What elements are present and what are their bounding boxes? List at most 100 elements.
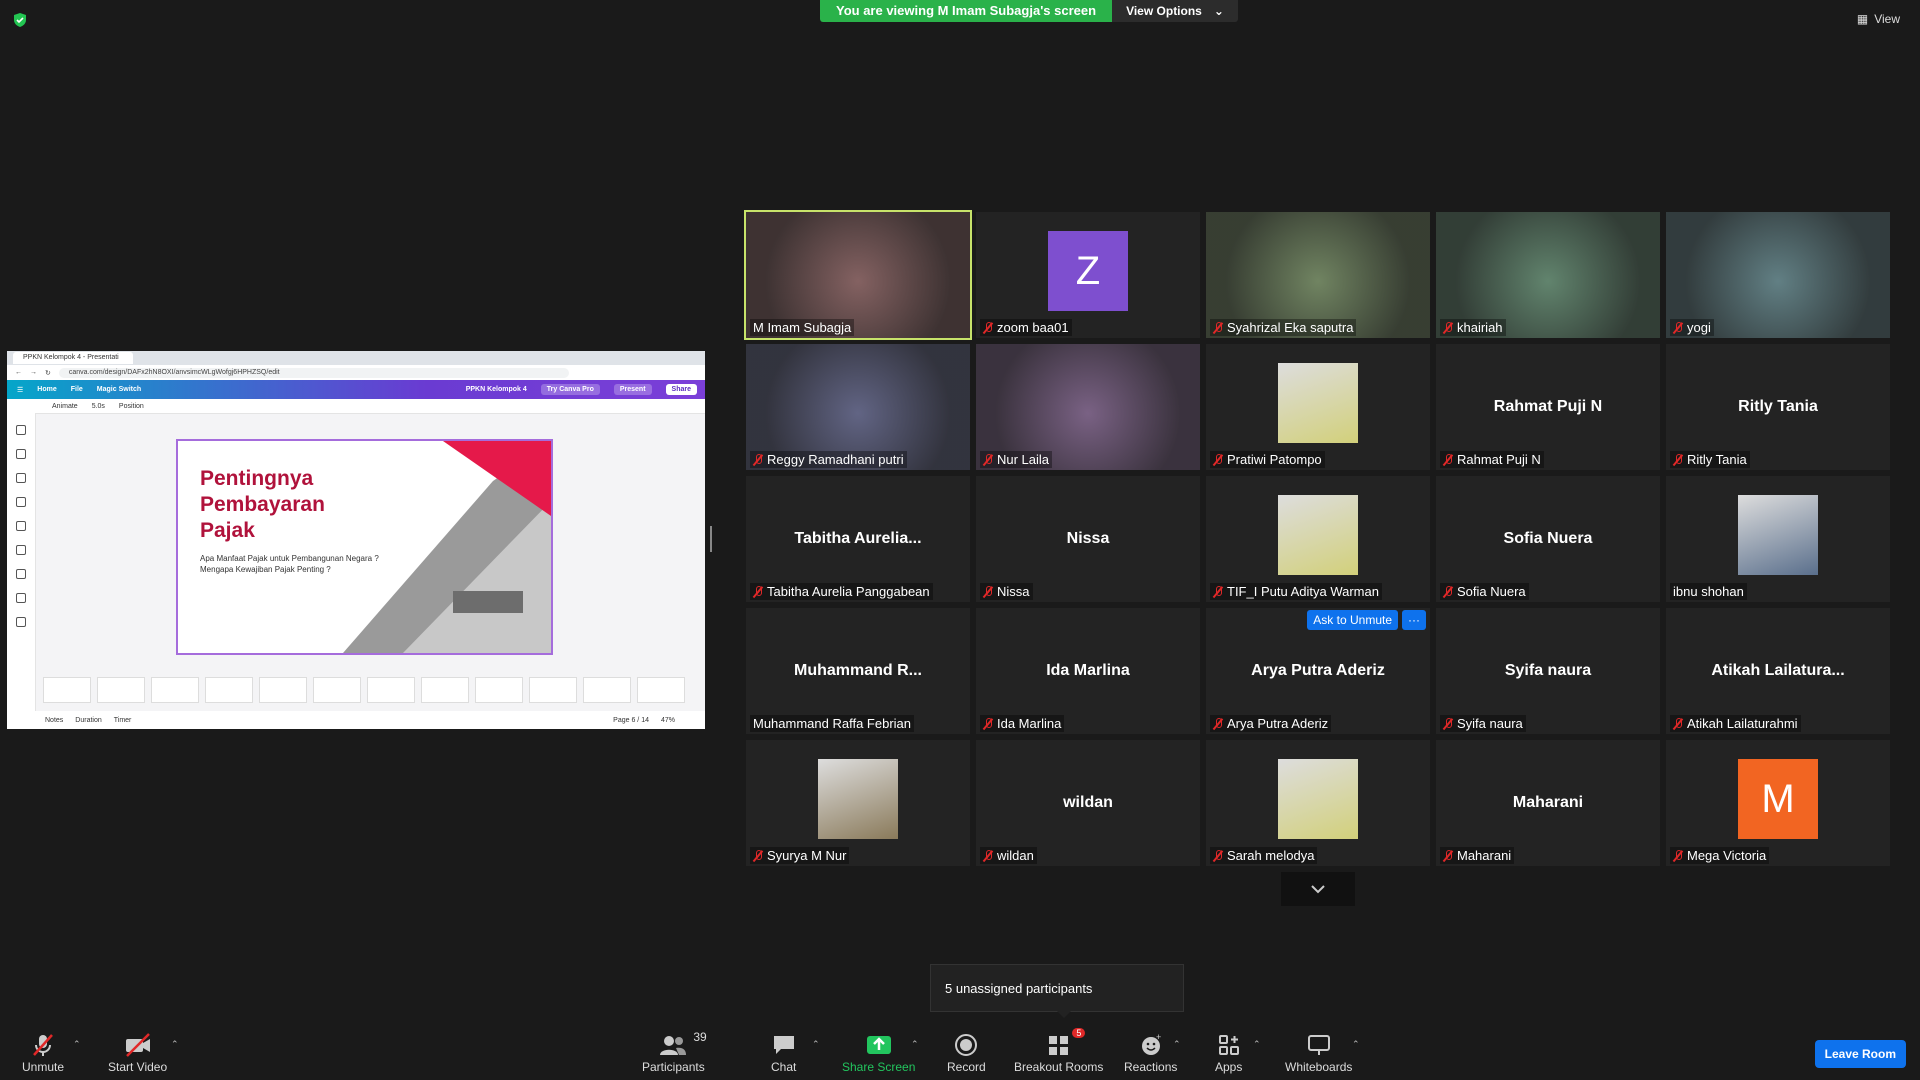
slide-thumb[interactable] — [259, 677, 307, 703]
leave-room-button[interactable]: Leave Room — [1814, 1040, 1906, 1068]
unmute-button[interactable]: Unmute — [22, 1032, 64, 1074]
microphone-muted-icon — [753, 585, 763, 598]
participant-tile[interactable]: Pratiwi Patompo — [1206, 344, 1430, 470]
participant-tile[interactable]: Sofia Nuera Sofia Nuera — [1436, 476, 1660, 602]
participant-tile[interactable]: khairiah — [1436, 212, 1660, 338]
canva-menu-magic[interactable]: Magic Switch — [97, 386, 141, 393]
participant-tile[interactable]: yogi — [1666, 212, 1890, 338]
participant-tile[interactable]: Zzoom baa01 — [976, 212, 1200, 338]
chat-button[interactable]: Chat — [771, 1032, 796, 1074]
reload-icon[interactable]: ↻ — [45, 369, 51, 377]
url-field[interactable]: canva.com/design/DAFx2hN8OXI/anvsimcWLgW… — [58, 367, 569, 378]
canva-menu-file[interactable]: File — [71, 386, 83, 393]
participant-tile[interactable]: Reggy Ramadhani putri — [746, 344, 970, 470]
participant-tile[interactable]: Nur Laila — [976, 344, 1200, 470]
participant-name-label: ibnu shohan — [1670, 583, 1747, 600]
brand-icon[interactable] — [16, 497, 26, 507]
canva-menu-home[interactable]: Home — [37, 386, 56, 393]
try-pro-button[interactable]: Try Canva Pro — [540, 384, 600, 395]
participant-tile[interactable]: Muhammand R... Muhammand Raffa Febrian — [746, 608, 970, 734]
slide-thumb[interactable] — [367, 677, 415, 703]
participant-tile[interactable]: Atikah Lailatura... Atikah Lailaturahmi — [1666, 608, 1890, 734]
presentation-slide[interactable]: Pentingnya Pembayaran Pajak Apa Manfaat … — [176, 439, 553, 655]
view-button[interactable]: ▦ View — [1857, 12, 1900, 26]
participant-tile[interactable]: Syahrizal Eka saputra — [1206, 212, 1430, 338]
video-options-caret[interactable]: ⌃ — [171, 1039, 179, 1050]
audio-options-caret[interactable]: ⌃ — [73, 1039, 81, 1050]
participants-label: Participants — [642, 1060, 705, 1074]
apps-button[interactable]: Apps — [1215, 1032, 1242, 1074]
slide-thumb[interactable] — [43, 677, 91, 703]
participant-tile[interactable]: Sarah melodya — [1206, 740, 1430, 866]
slide-thumb[interactable] — [97, 677, 145, 703]
ask-to-unmute-button[interactable]: Ask to Unmute — [1307, 610, 1398, 630]
notes-button[interactable]: Notes — [45, 717, 63, 724]
slide-thumb[interactable] — [421, 677, 469, 703]
reactions-options-caret[interactable]: ⌃ — [1173, 1039, 1181, 1050]
record-button[interactable]: Record — [947, 1032, 986, 1074]
next-page-button[interactable] — [1281, 872, 1355, 906]
participant-tile[interactable]: wildan wildan — [976, 740, 1200, 866]
slide-thumb[interactable] — [151, 677, 199, 703]
more-options-button[interactable]: ··· — [1402, 610, 1426, 630]
whiteboards-options-caret[interactable]: ⌃ — [1352, 1039, 1360, 1050]
view-options-button[interactable]: View Options ⌄ — [1112, 0, 1238, 22]
text-icon[interactable] — [16, 473, 26, 483]
participant-tile[interactable]: Tabitha Aurelia... Tabitha Aurelia Pangga… — [746, 476, 970, 602]
participant-display-name: Nissa — [1066, 530, 1110, 547]
breakout-rooms-button[interactable]: 5 Breakout Rooms — [1014, 1028, 1103, 1074]
elements-icon[interactable] — [16, 449, 26, 459]
participant-tile[interactable]: TIF_I Putu Aditya Warman — [1206, 476, 1430, 602]
slide-thumb[interactable] — [637, 677, 685, 703]
start-video-button[interactable]: Start Video — [108, 1032, 167, 1074]
apps-icon[interactable] — [16, 569, 26, 579]
slide-thumbnails — [43, 677, 703, 703]
duration-footer-button[interactable]: Duration — [75, 717, 101, 724]
timer-button[interactable]: Timer — [114, 717, 132, 724]
participant-tile[interactable]: Ritly Tania Ritly Tania — [1666, 344, 1890, 470]
whiteboards-button[interactable]: Whiteboards — [1285, 1032, 1352, 1074]
participant-name-label: Reggy Ramadhani putri — [750, 451, 907, 468]
projects-icon[interactable] — [16, 593, 26, 603]
duration-button[interactable]: 5.0s — [92, 403, 105, 410]
slide-thumb[interactable] — [205, 677, 253, 703]
participant-tile[interactable]: Rahmat Puji N Rahmat Puji N — [1436, 344, 1660, 470]
photos-icon[interactable] — [16, 617, 26, 627]
chat-options-caret[interactable]: ⌃ — [812, 1039, 820, 1050]
participant-tile[interactable]: Syifa naura Syifa naura — [1436, 608, 1660, 734]
draw-icon[interactable] — [16, 545, 26, 555]
participant-tile[interactable]: Maharani Maharani — [1436, 740, 1660, 866]
zoom-level[interactable]: 47% — [661, 717, 675, 724]
design-icon[interactable] — [16, 425, 26, 435]
position-button[interactable]: Position — [119, 403, 144, 410]
browser-tab[interactable]: PPKN Kelompok 4 - Presentati — [13, 352, 133, 364]
doc-title[interactable]: PPKN Kelompok 4 — [466, 386, 527, 393]
participant-tile[interactable]: ibnu shohan — [1666, 476, 1890, 602]
slide-thumb[interactable] — [313, 677, 361, 703]
microphone-muted-icon — [983, 585, 993, 598]
encryption-shield-icon[interactable] — [12, 12, 28, 28]
apps-options-caret[interactable]: ⌃ — [1253, 1039, 1261, 1050]
back-icon[interactable]: ← — [15, 369, 22, 376]
present-button[interactable]: Present — [613, 384, 652, 395]
menu-icon[interactable]: ☰ — [17, 386, 23, 394]
reactions-button[interactable]: + Reactions — [1124, 1032, 1177, 1074]
slide-thumb[interactable] — [475, 677, 523, 703]
uploads-icon[interactable] — [16, 521, 26, 531]
participant-tile[interactable]: Syurya M Nur — [746, 740, 970, 866]
animate-button[interactable]: Animate — [52, 403, 78, 410]
participant-tile[interactable]: M Imam Subagja — [744, 210, 972, 340]
canva-share-button[interactable]: Share — [665, 384, 697, 395]
share-options-caret[interactable]: ⌃ — [911, 1039, 919, 1050]
share-screen-button[interactable]: Share Screen — [842, 1032, 915, 1074]
profile-photo — [1738, 495, 1818, 575]
split-divider-handle[interactable] — [710, 526, 712, 552]
participant-tile[interactable]: Ida Marlina Ida Marlina — [976, 608, 1200, 734]
slide-thumb[interactable] — [583, 677, 631, 703]
forward-icon[interactable]: → — [30, 369, 37, 376]
participant-tile[interactable]: M Mega Victoria — [1666, 740, 1890, 866]
participant-tile[interactable]: Arya Putra Aderiz Ask to Unmute ··· Arya Pu… — [1206, 608, 1430, 734]
slide-thumb[interactable] — [529, 677, 577, 703]
participant-tile[interactable]: Nissa Nissa — [976, 476, 1200, 602]
participants-button[interactable]: 39 Participants — [642, 1030, 707, 1074]
